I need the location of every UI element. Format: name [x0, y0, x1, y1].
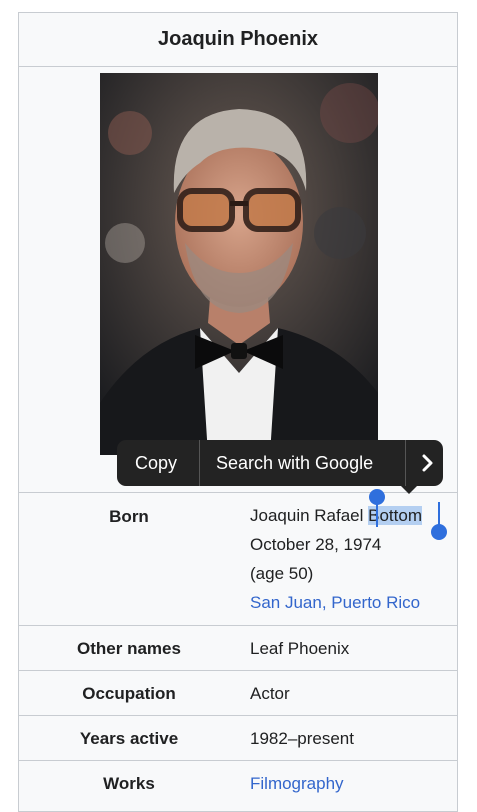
- selection-end-handle[interactable]: [431, 524, 447, 540]
- infobox-row-other-names: Other names Leaf Phoenix: [19, 625, 457, 670]
- birth-name-text[interactable]: Joaquin Rafael: [250, 506, 368, 525]
- birthplace-link[interactable]: San Juan, Puerto Rico: [250, 588, 422, 617]
- infobox-title: Joaquin Phoenix: [19, 13, 457, 67]
- menu-pointer: [401, 486, 417, 494]
- occupation-label: Occupation: [82, 684, 176, 703]
- born-value[interactable]: Joaquin Rafael Bottom October 28, 1974 (…: [250, 501, 422, 617]
- copy-menu-item[interactable]: Copy: [135, 440, 177, 486]
- infobox-row-works: Works Filmography: [19, 760, 457, 805]
- other-names-value: Leaf Phoenix: [250, 639, 350, 658]
- born-label: Born: [109, 507, 149, 526]
- works-label: Works: [103, 774, 155, 793]
- chevron-right-icon[interactable]: [413, 440, 443, 486]
- years-active-value: 1982–present: [250, 729, 354, 748]
- infobox: Joaquin Phoenix Born Joaquin Rafael Bott…: [18, 12, 458, 812]
- years-active-label: Years active: [79, 729, 179, 748]
- menu-divider: [405, 440, 406, 486]
- text-selection-menu: Copy Search with Google: [117, 440, 443, 494]
- portrait-illustration: [100, 73, 378, 455]
- other-names-label: Other names: [77, 639, 181, 658]
- chevron-right-glyph: [422, 454, 433, 472]
- menu-divider: [199, 440, 200, 486]
- infobox-row-years-active: Years active 1982–present: [19, 715, 457, 760]
- birth-date: October 28, 1974: [250, 535, 382, 554]
- search-with-google-menu-item[interactable]: Search with Google: [216, 440, 373, 486]
- portrait-image[interactable]: [100, 73, 378, 455]
- occupation-value: Actor: [250, 684, 290, 703]
- infobox-row-born: Born Joaquin Rafael Bottom October 28, 1…: [19, 492, 457, 625]
- infobox-row-occupation: Occupation Actor: [19, 670, 457, 715]
- birth-name[interactable]: Joaquin Rafael Bottom: [250, 501, 422, 530]
- filmography-link[interactable]: Filmography: [250, 761, 344, 806]
- age: (age 50): [250, 564, 314, 583]
- selection-start-bar: [376, 497, 378, 527]
